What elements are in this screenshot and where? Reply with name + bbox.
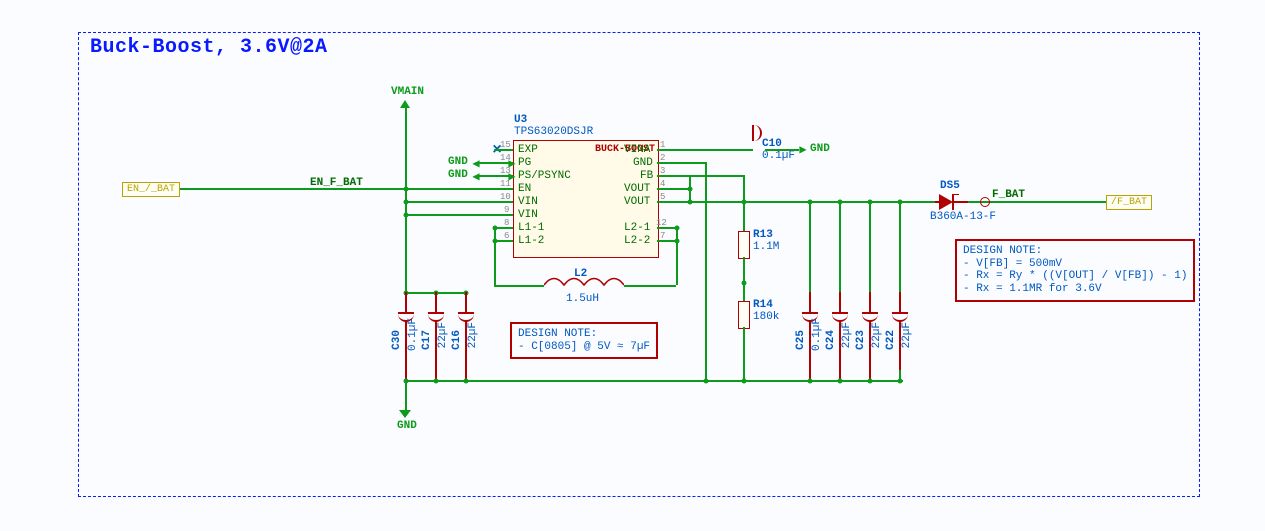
sheet-title: Buck-Boost, 3.6V@2A [90, 36, 328, 59]
c24-ref: C24 [825, 330, 837, 350]
c17-ref: C17 [421, 330, 433, 350]
en-signal-label: EN_F_BAT [310, 177, 363, 189]
r14-val: 180k [753, 311, 779, 323]
pin-name: VIN [518, 209, 538, 221]
pin-name: VINA [624, 144, 650, 156]
pin-name: VIN [518, 196, 538, 208]
c30-ref: C30 [391, 330, 403, 350]
pin-name: PG [518, 157, 531, 169]
gnd-arrow-icon: ◀ [472, 159, 479, 169]
gnd-label: GND [397, 420, 417, 432]
c24-val: 22µF [841, 322, 853, 348]
note2-line3: - Rx = 1.1MR for 3.6V [963, 283, 1102, 295]
pin-name: L1-1 [518, 222, 544, 234]
ic-ref: U3 [514, 114, 527, 126]
note2-line1: - V[FB] = 500mV [963, 258, 1062, 270]
c25-val: 0.1µF [811, 318, 823, 351]
r14-ref: R14 [753, 299, 773, 311]
psync-arrow-icon: ▶ [508, 172, 515, 182]
c22-ref: C22 [885, 330, 897, 350]
c22-val: 22µF [901, 322, 913, 348]
ds5-val: B360A-13-F [930, 211, 996, 223]
c23-ref: C23 [855, 330, 867, 350]
pin-name: EXP [518, 144, 538, 156]
note2-line2: - Rx = Ry * ((V[OUT] / V[FB]) - 1) [963, 270, 1187, 282]
ds5-ref: DS5 [940, 180, 960, 192]
vmain-arrow-icon [400, 100, 410, 108]
pg-arrow-icon: ▶ [508, 159, 515, 169]
gnd-symbol [399, 410, 411, 418]
pin-name: EN [518, 183, 531, 195]
res-r13 [738, 231, 750, 259]
design-note-2: DESIGN NOTE: - V[FB] = 500mV - Rx = Ry *… [955, 239, 1195, 302]
gnd-arrow-icon: ◀ [472, 172, 479, 182]
res-r14 [738, 301, 750, 329]
pin-name: GND [633, 157, 653, 169]
net-tie-icon [980, 197, 990, 207]
ic-part: TPS63020DSJR [514, 126, 593, 138]
c30-val: 0.1µF [407, 318, 419, 351]
gnd-arrow-icon: ▶ [799, 145, 806, 155]
c25-ref: C25 [795, 330, 807, 350]
pin-name: VOUT [624, 196, 650, 208]
l2-val: 1.5uH [566, 293, 599, 305]
gnd-pg-label: GND [448, 156, 468, 168]
pin-name: L2-1 [624, 222, 650, 234]
c10-val: 0.1µF [762, 150, 795, 162]
vmain-label: VMAIN [391, 86, 424, 98]
gnd-c10-label: GND [810, 143, 830, 155]
c16-ref: C16 [451, 330, 463, 350]
pin-name: PS/PSYNC [518, 170, 571, 182]
net-port-en: EN_/_BAT [122, 182, 180, 197]
r13-val: 1.1M [753, 241, 779, 253]
pin-name: L1-2 [518, 235, 544, 247]
c17-val: 22µF [437, 322, 449, 348]
c23-val: 22µF [871, 322, 883, 348]
pin-name: FB [640, 170, 653, 182]
pin-name: L2-2 [624, 235, 650, 247]
net-port-fbat: /F_BAT [1106, 195, 1152, 210]
design-note-1: DESIGN NOTE: - C[0805] @ 5V ≈ 7µF [510, 322, 658, 359]
pin-name: VOUT [624, 183, 650, 195]
c16-val: 22µF [467, 322, 479, 348]
r13-ref: R13 [753, 229, 773, 241]
note1-title: DESIGN NOTE: [518, 328, 597, 340]
note1-line1: - C[0805] @ 5V ≈ 7µF [518, 341, 650, 353]
gnd-psync-label: GND [448, 169, 468, 181]
l2-ref: L2 [574, 268, 587, 280]
note2-title: DESIGN NOTE: [963, 245, 1042, 257]
fbat-signal-label: F_BAT [992, 189, 1025, 201]
